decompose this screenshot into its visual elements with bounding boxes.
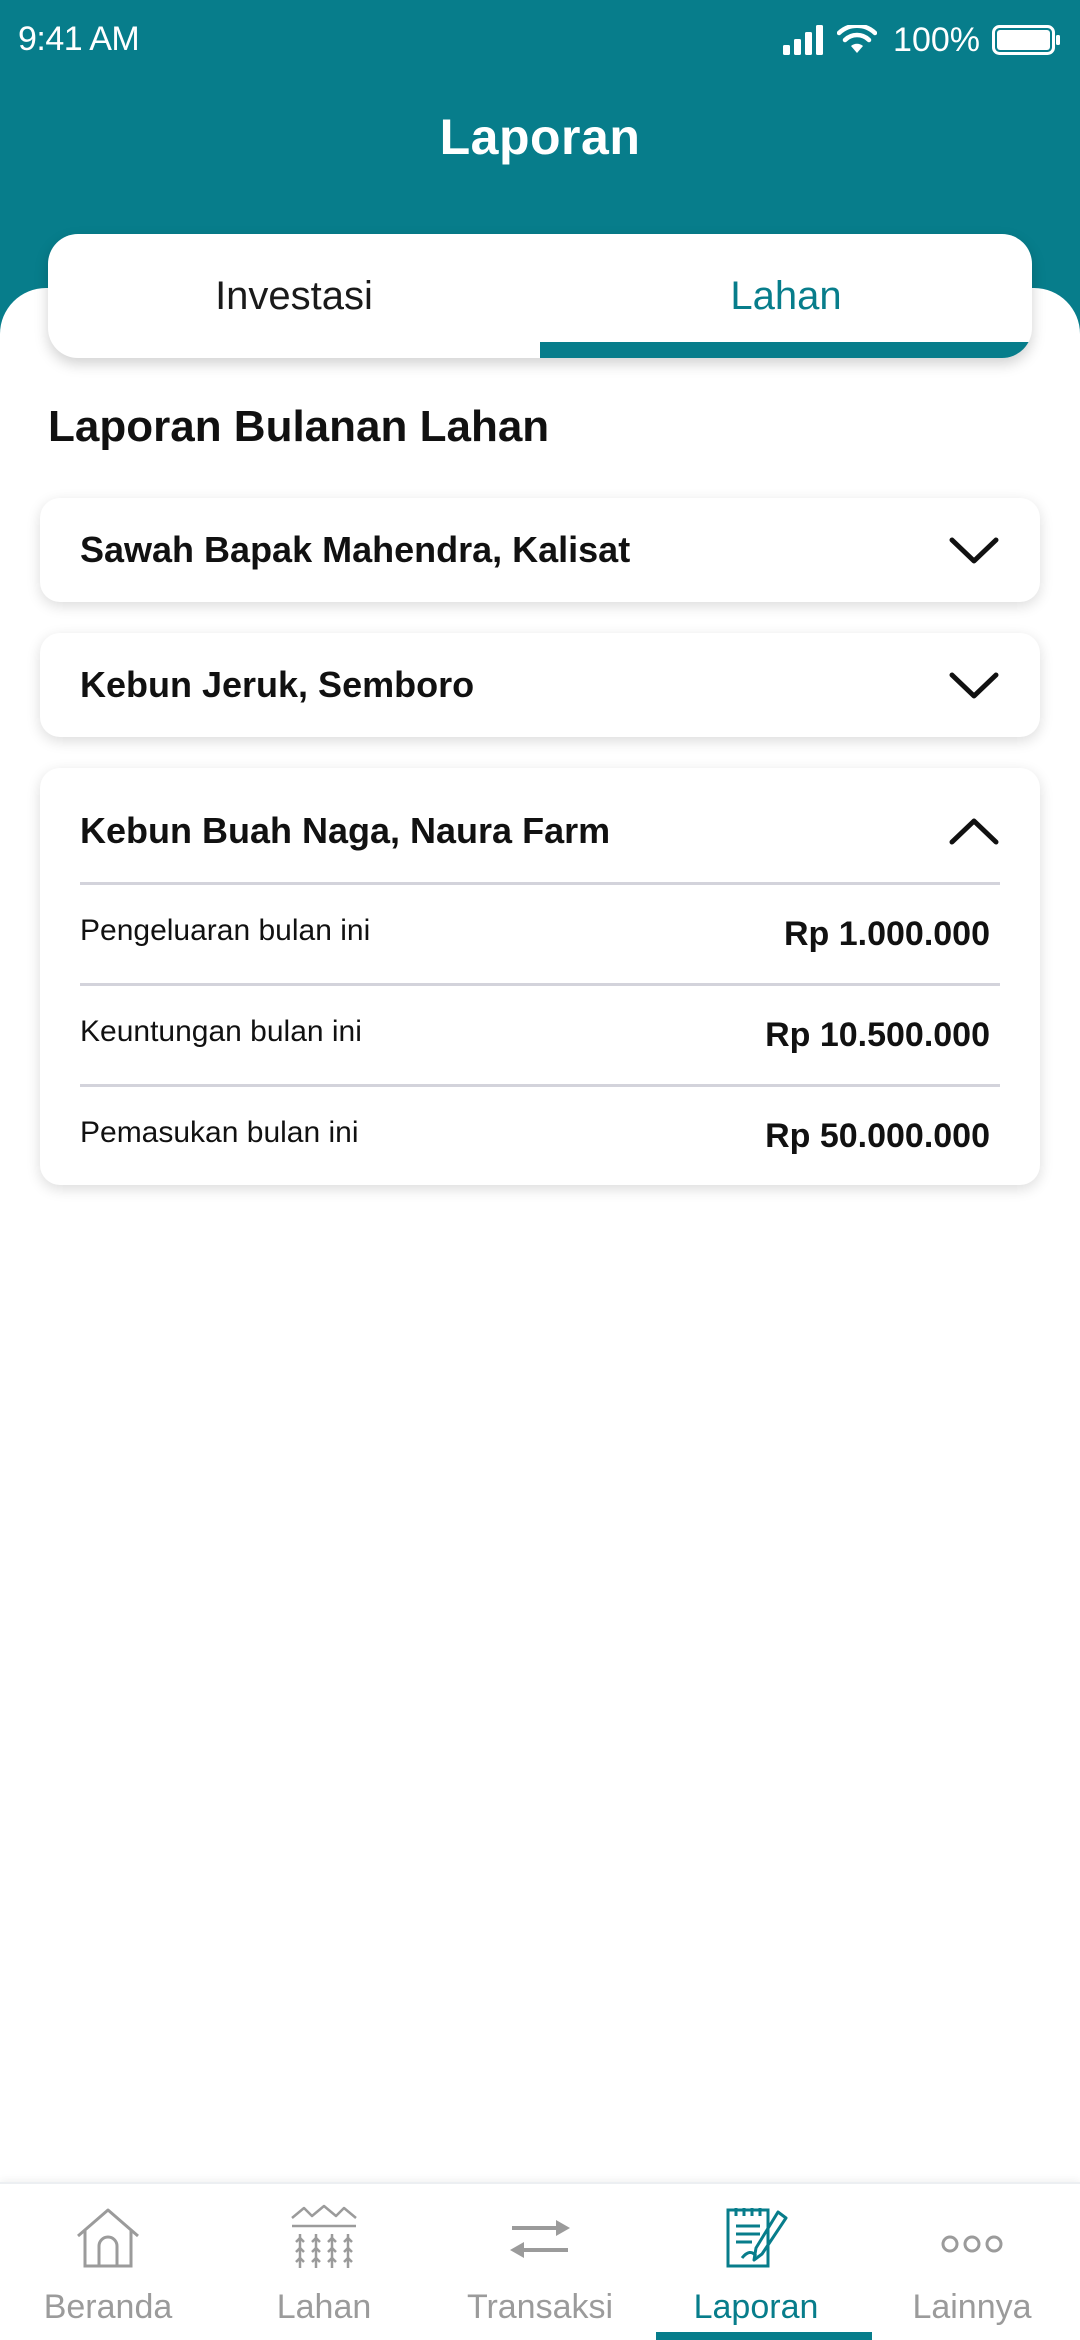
nav-item-transaksi[interactable]: Transaksi xyxy=(432,2184,648,2340)
nav-item-lainnya[interactable]: Lainnya xyxy=(864,2184,1080,2340)
accordion-header[interactable]: Sawah Bapak Mahendra, Kalisat xyxy=(40,498,1040,602)
transfer-icon xyxy=(510,2220,570,2258)
status-bar: 9:41 AM 100% xyxy=(0,0,1080,80)
detail-row-pemasukan: Pemasukan bulan ini Rp 50.000.000 xyxy=(80,1084,1000,1185)
accordion-header[interactable]: Kebun Buah Naga, Naura Farm xyxy=(40,780,1040,882)
section-title: Laporan Bulanan Lahan xyxy=(48,402,550,451)
nav-label: Laporan xyxy=(693,2288,819,2326)
signal-icon xyxy=(783,25,824,55)
status-icons: 100% xyxy=(781,18,1062,62)
detail-row-pengeluaran: Pengeluaran bulan ini Rp 1.000.000 xyxy=(80,882,1000,983)
nav-label: Lahan xyxy=(276,2288,372,2326)
report-icon xyxy=(726,2208,788,2268)
detail-row-keuntungan: Keuntungan bulan ini Rp 10.500.000 xyxy=(80,983,1000,1084)
tab-bar: Investasi Lahan xyxy=(48,234,1032,358)
card-title: Sawah Bapak Mahendra, Kalisat xyxy=(80,529,631,570)
nav-label: Lainnya xyxy=(912,2288,1032,2326)
accordion-header[interactable]: Kebun Jeruk, Semboro xyxy=(40,633,1040,737)
detail-value: Rp 10.500.000 xyxy=(765,1015,990,1054)
tab-investasi[interactable]: Investasi xyxy=(48,234,540,358)
detail-label: Keuntungan bulan ini xyxy=(80,1015,362,1048)
nav-item-laporan[interactable]: Laporan xyxy=(648,2184,864,2340)
chevron-down-icon[interactable] xyxy=(948,669,1000,701)
accordion-card-sawah: Sawah Bapak Mahendra, Kalisat xyxy=(40,498,1040,602)
detail-value: Rp 1.000.000 xyxy=(783,914,990,953)
accordion-card-kebun-jeruk: Kebun Jeruk, Semboro xyxy=(40,633,1040,737)
accordion-card-buah-naga: Kebun Buah Naga, Naura Farm Pengeluaran … xyxy=(40,768,1040,1185)
card-title: Kebun Buah Naga, Naura Farm xyxy=(80,810,611,851)
home-icon xyxy=(77,2208,139,2268)
battery-icon xyxy=(992,25,1060,55)
wifi-icon xyxy=(837,25,878,53)
card-title: Kebun Jeruk, Semboro xyxy=(80,664,475,705)
nav-label: Beranda xyxy=(43,2288,173,2326)
nav-item-lahan[interactable]: Lahan xyxy=(216,2184,432,2340)
nav-item-beranda[interactable]: Beranda xyxy=(0,2184,216,2340)
more-icon xyxy=(941,2235,1003,2253)
chevron-down-icon[interactable] xyxy=(948,534,1000,566)
detail-value: Rp 50.000.000 xyxy=(765,1116,990,1155)
nav-label: Transaksi xyxy=(466,2288,614,2326)
battery-percentage: 100% xyxy=(893,20,980,59)
field-icon xyxy=(291,2204,357,2268)
active-nav-indicator xyxy=(656,2332,872,2340)
detail-label: Pengeluaran bulan ini xyxy=(80,914,371,947)
page-title: Laporan xyxy=(439,109,641,165)
status-time: 9:41 AM xyxy=(18,20,140,58)
tab-lahan[interactable]: Lahan xyxy=(540,234,1032,358)
bottom-navigation: Beranda Lahan Transaksi Laporan Lainnya xyxy=(0,2182,1080,2340)
chevron-up-icon[interactable] xyxy=(948,815,1000,847)
detail-label: Pemasukan bulan ini xyxy=(80,1116,359,1149)
